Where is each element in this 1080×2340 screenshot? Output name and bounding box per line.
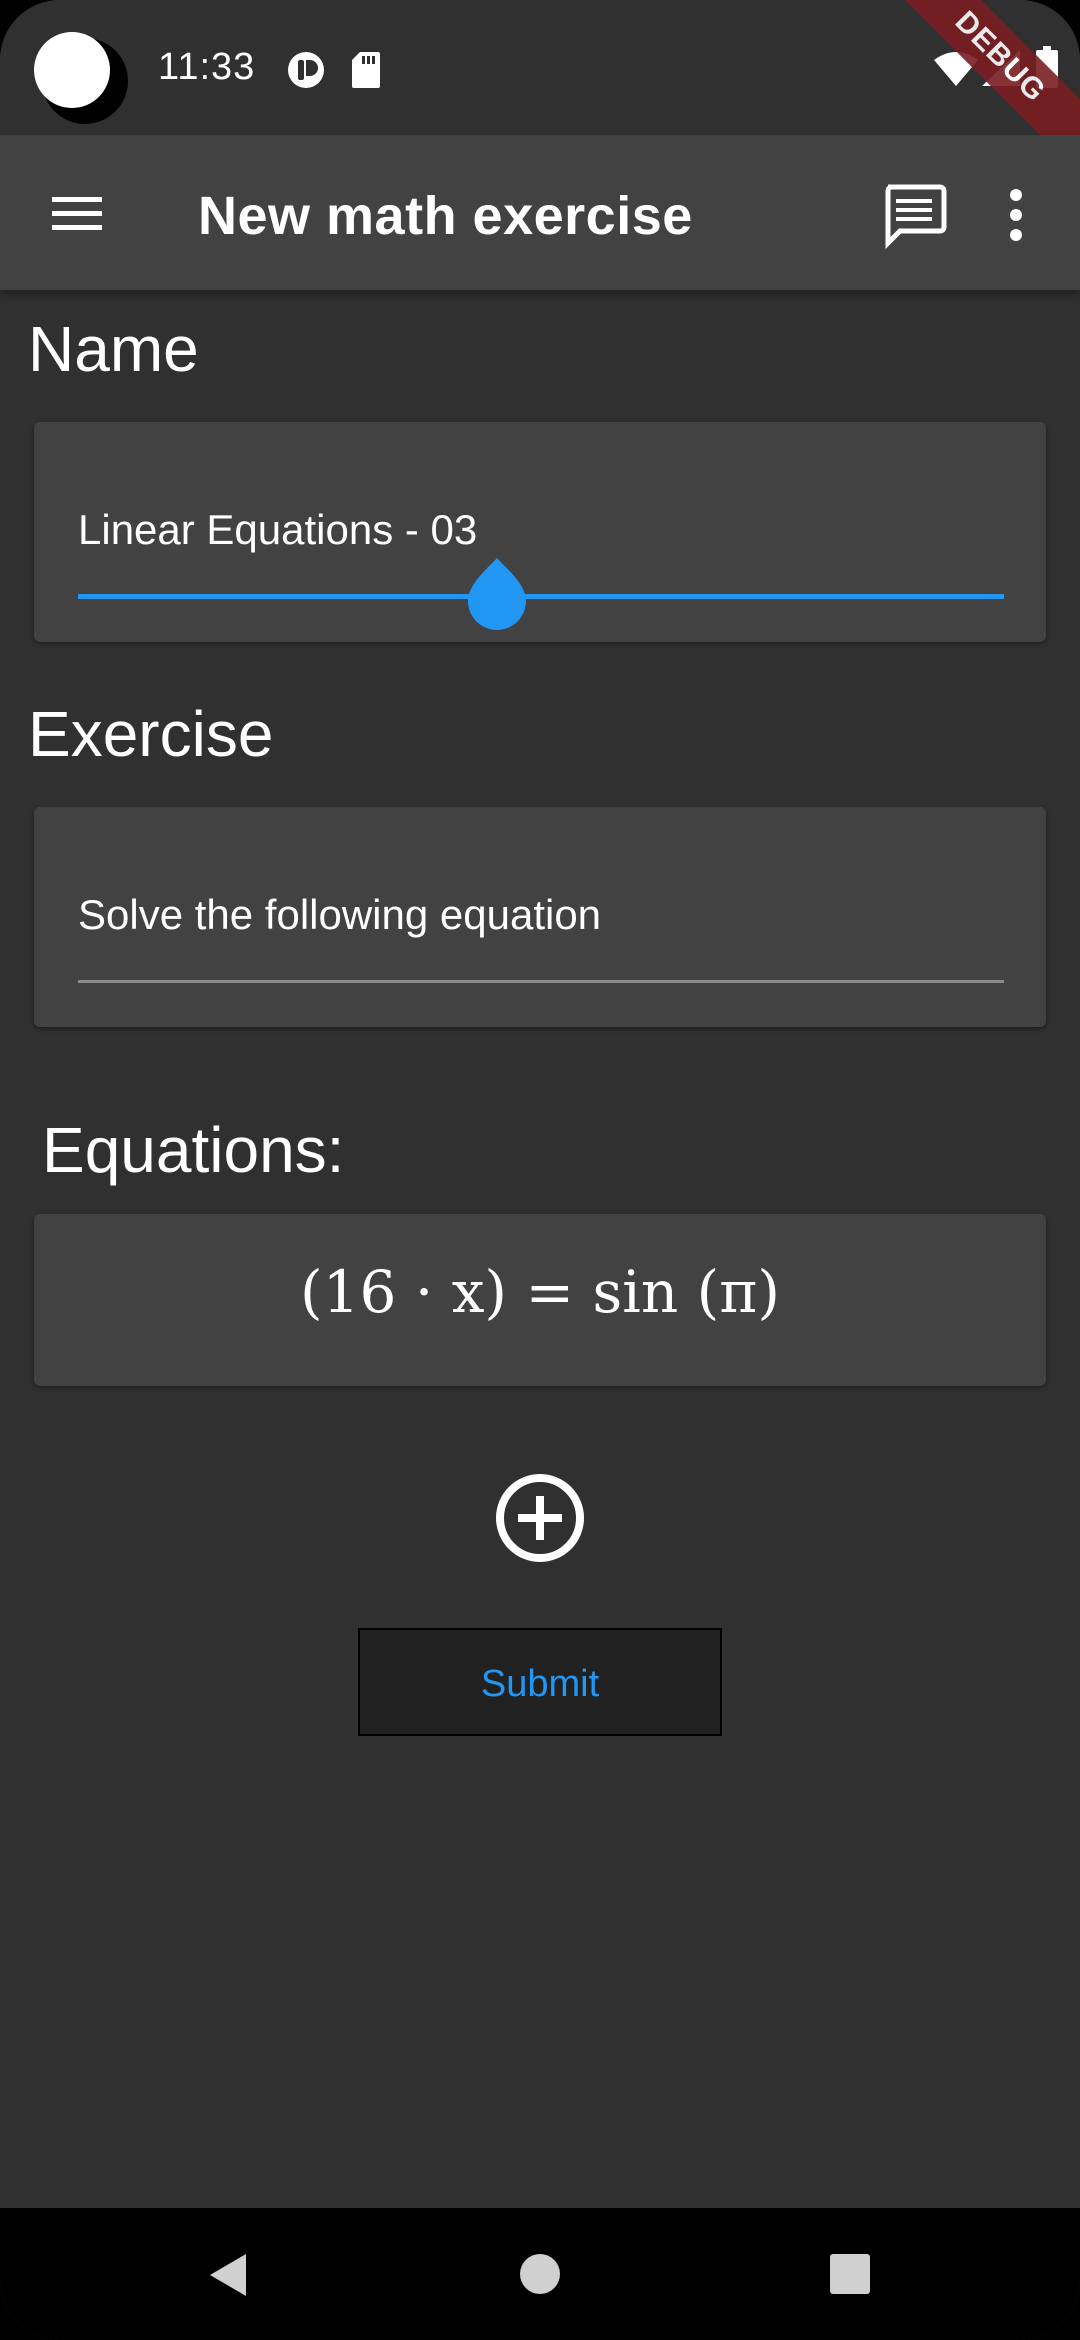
app-bar: New math exercise (0, 135, 1080, 290)
notification-app-icon (286, 50, 326, 95)
sd-card-icon (350, 50, 382, 95)
navigation-bar (0, 2208, 1080, 2340)
app-title: New math exercise (198, 186, 693, 246)
more-options-button[interactable] (996, 179, 1036, 251)
status-bar: 11:33 DEBUG (0, 0, 1080, 183)
back-icon (210, 2254, 246, 2296)
name-input-focused-underline (78, 594, 1004, 599)
home-icon (520, 2254, 560, 2294)
exercise-input[interactable]: Solve the following equation (78, 891, 601, 939)
add-equation-button[interactable] (494, 1472, 586, 1564)
chat-button[interactable] (878, 179, 950, 251)
name-input[interactable]: Linear Equations - 03 (78, 506, 477, 554)
exercise-section-label: Exercise (28, 698, 274, 770)
add-circle-icon (496, 1474, 584, 1562)
exercise-field-card: Solve the following equation (34, 807, 1046, 1027)
chat-icon (885, 184, 947, 250)
back-button[interactable] (190, 2208, 270, 2340)
recents-button[interactable] (810, 2208, 890, 2340)
name-section-label: Name (28, 313, 199, 385)
menu-icon (52, 197, 102, 230)
more-vert-icon (1010, 189, 1022, 241)
exercise-input-underline (78, 980, 1004, 983)
app-screen: 11:33 DEBUG New math exercise Name Linea… (0, 0, 1080, 2340)
menu-button[interactable] (36, 175, 114, 253)
status-time: 11:33 (158, 46, 256, 88)
equation-card[interactable]: (16 · x) = sin (π) (34, 1214, 1046, 1386)
recents-icon (830, 2254, 870, 2294)
equations-section-label: Equations: (42, 1114, 345, 1186)
home-button[interactable] (500, 2208, 580, 2340)
submit-button[interactable]: Submit (358, 1628, 722, 1736)
camera-cutout (34, 32, 110, 108)
name-field-card: Linear Equations - 03 (34, 422, 1046, 642)
text-cursor-handle[interactable] (466, 556, 528, 632)
equation-text: (16 · x) = sin (π) (299, 1258, 781, 1326)
